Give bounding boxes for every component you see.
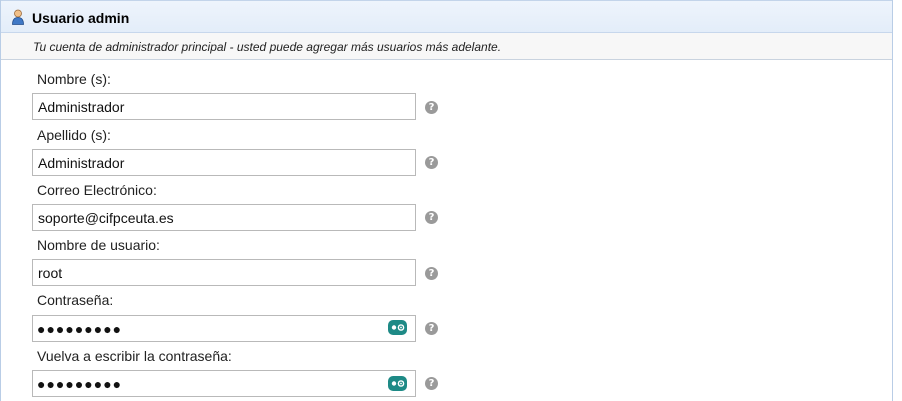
section-header: Usuario admin bbox=[1, 0, 892, 33]
password-input[interactable] bbox=[32, 315, 416, 342]
password-label: Contraseña: bbox=[37, 292, 114, 308]
help-icon[interactable]: ? bbox=[425, 101, 438, 114]
username-input[interactable] bbox=[32, 259, 416, 286]
help-icon[interactable]: ? bbox=[425, 267, 438, 280]
last-name-input[interactable] bbox=[32, 149, 416, 176]
section-description-bar: Tu cuenta de administrador principal - u… bbox=[1, 33, 892, 60]
password-confirm-label: Vuelva a escribir la contraseña: bbox=[37, 348, 232, 364]
email-label: Correo Electrónico: bbox=[37, 182, 157, 198]
first-name-label: Nombre (s): bbox=[37, 71, 111, 87]
user-icon bbox=[12, 9, 24, 25]
section-title: Usuario admin bbox=[32, 10, 130, 26]
show-password-icon[interactable] bbox=[388, 376, 407, 391]
password-confirm-input[interactable] bbox=[32, 370, 416, 397]
admin-user-panel: Usuario admin Tu cuenta de administrador… bbox=[0, 0, 893, 401]
last-name-label: Apellido (s): bbox=[37, 127, 111, 143]
show-password-icon[interactable] bbox=[388, 320, 407, 335]
form-body: Nombre (s): ? Apellido (s): ? Correo Ele… bbox=[1, 60, 892, 401]
help-icon[interactable]: ? bbox=[425, 322, 438, 335]
help-icon[interactable]: ? bbox=[425, 211, 438, 224]
help-icon[interactable]: ? bbox=[425, 377, 438, 390]
first-name-input[interactable] bbox=[32, 93, 416, 120]
username-label: Nombre de usuario: bbox=[37, 237, 160, 253]
email-input[interactable] bbox=[32, 204, 416, 231]
section-description: Tu cuenta de administrador principal - u… bbox=[33, 40, 502, 54]
help-icon[interactable]: ? bbox=[425, 156, 438, 169]
